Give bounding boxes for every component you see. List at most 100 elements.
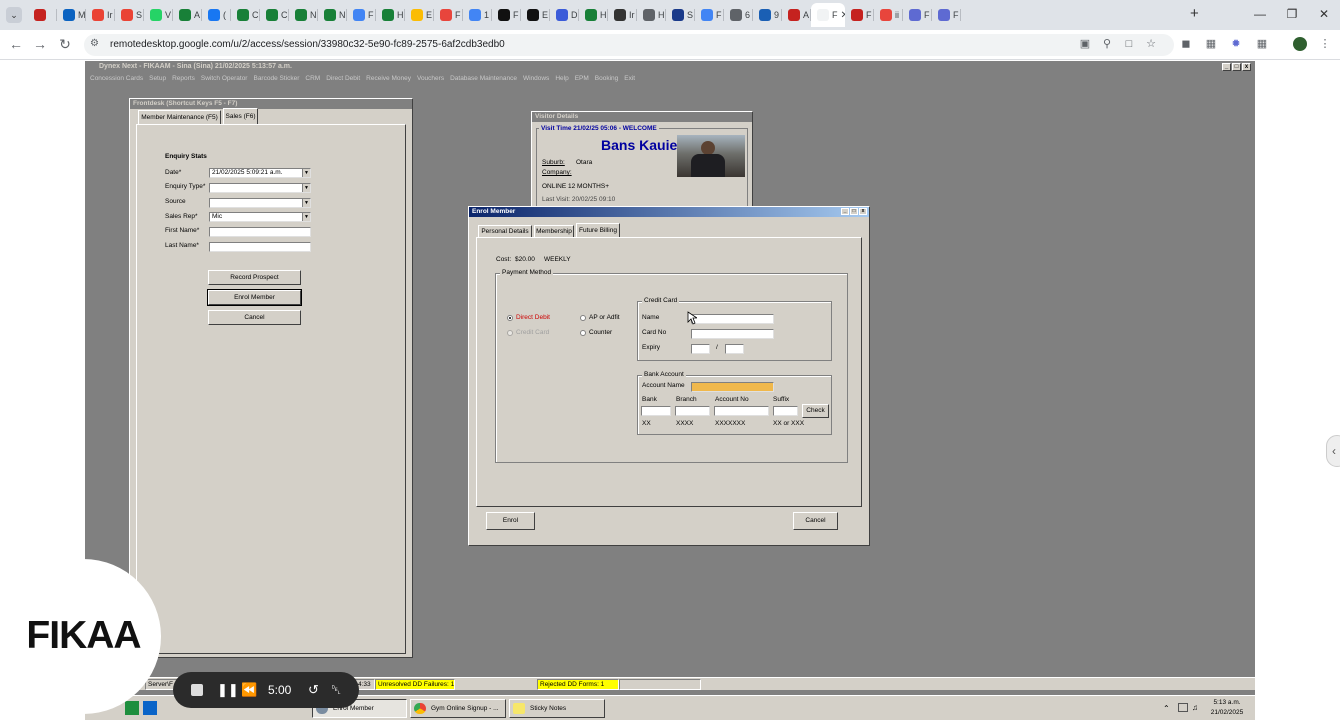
browser-tab[interactable]: ( — [202, 3, 231, 27]
browser-tab[interactable]: C — [260, 3, 289, 27]
browser-tab[interactable] — [28, 3, 57, 27]
expiry-month-field[interactable] — [691, 344, 710, 354]
counter-label[interactable]: Counter — [589, 329, 612, 336]
back-icon[interactable]: ← — [7, 36, 25, 52]
browser-tab[interactable]: E — [521, 3, 550, 27]
direct-debit-radio[interactable] — [507, 315, 513, 321]
unresolved-dd-status[interactable]: Unresolved DD Failures: 1 — [375, 679, 455, 690]
browser-tab[interactable]: H — [376, 3, 405, 27]
direct-debit-label[interactable]: Direct Debit — [516, 314, 550, 321]
browser-tab[interactable]: F — [695, 3, 724, 27]
tray-volume-icon[interactable]: ♫ — [1192, 703, 1198, 712]
check-account-button[interactable]: Check — [802, 404, 829, 418]
rejected-dd-status[interactable]: Rejected DD Forms: 1 — [537, 679, 619, 690]
menu-item[interactable]: Concession Cards — [90, 75, 143, 82]
browser-tab[interactable]: Ir — [608, 3, 637, 27]
browser-tab[interactable]: F — [347, 3, 376, 27]
menu-item[interactable]: Database Maintenance — [450, 75, 517, 82]
menu-item[interactable]: CRM — [305, 75, 320, 82]
browser-tab[interactable]: 9 — [753, 3, 782, 27]
menu-item[interactable]: Exit — [624, 75, 635, 82]
last-name-field[interactable] — [209, 242, 311, 252]
frontdesk-cancel-button[interactable]: Cancel — [208, 310, 301, 325]
tray-clock[interactable]: 5:13 a.m. 21/02/2025 — [1203, 698, 1251, 718]
menu-item[interactable]: Reports — [172, 75, 195, 82]
stop-recording-icon[interactable] — [191, 684, 203, 696]
browser-tab[interactable]: 6 — [724, 3, 753, 27]
delete-recording-icon[interactable]: ␡ — [331, 682, 341, 698]
restore-window-button[interactable]: ❐ — [1276, 0, 1308, 30]
tab-member-maintenance[interactable]: Member Maintenance (F5) — [138, 110, 221, 124]
counter-radio[interactable] — [580, 330, 586, 336]
menu-item[interactable]: Windows — [523, 75, 549, 82]
enrol-member-button[interactable]: Enrol Member — [207, 289, 302, 306]
card-no-field[interactable] — [691, 329, 774, 339]
bank-field[interactable] — [641, 406, 671, 416]
site-info-icon[interactable]: ⚙ — [90, 38, 99, 49]
menu-item[interactable]: EPM — [575, 75, 589, 82]
screen-share-icon[interactable]: ▣ — [1079, 38, 1091, 50]
profile-avatar[interactable] — [1293, 37, 1307, 51]
expiry-year-field[interactable] — [725, 344, 744, 354]
enrol-button[interactable]: Enrol — [486, 512, 535, 530]
app-minimize-button[interactable]: _ — [1222, 63, 1231, 71]
forward-icon[interactable]: → — [31, 36, 49, 52]
pause-icon[interactable]: ❚❚ — [217, 682, 239, 698]
chevron-down-icon[interactable]: ▼ — [302, 199, 310, 207]
browser-tab[interactable]: D — [550, 3, 579, 27]
extensions-puzzle-icon[interactable]: ▦ — [1256, 38, 1268, 50]
browser-tab[interactable]: F — [434, 3, 463, 27]
record-prospect-button[interactable]: Record Prospect — [208, 270, 301, 285]
tab-future-billing[interactable]: Future Billing — [576, 223, 620, 237]
ap-adfit-radio[interactable] — [580, 315, 586, 321]
browser-tab[interactable]: F — [903, 3, 932, 27]
dialog-maximize-icon[interactable]: □ — [850, 208, 858, 215]
browser-tab[interactable]: ii — [874, 3, 903, 27]
extension-grid-icon[interactable]: ▦ — [1205, 38, 1217, 50]
url-text[interactable]: remotedesktop.google.com/u/2/access/sess… — [110, 39, 505, 50]
chevron-down-icon[interactable]: ▼ — [302, 184, 310, 192]
credit-card-radio[interactable] — [507, 330, 513, 336]
new-tab-button[interactable]: + — [1190, 5, 1199, 22]
menu-item[interactable]: Barcode Sticker — [253, 75, 299, 82]
browser-tab[interactable]: F — [845, 3, 874, 27]
browser-tab[interactable]: F ✕ — [811, 3, 845, 27]
browser-tab[interactable]: H — [637, 3, 666, 27]
extension-shield-icon[interactable]: ◼ — [1180, 38, 1192, 50]
restart-icon[interactable]: ↺ — [308, 682, 319, 698]
account-no-field[interactable] — [714, 406, 769, 416]
close-window-button[interactable]: ✕ — [1308, 0, 1340, 30]
tray-monitor-icon[interactable] — [1178, 703, 1188, 712]
rewind-icon[interactable]: ⏪ — [241, 682, 257, 698]
branch-field[interactable] — [675, 406, 710, 416]
menu-item[interactable]: Help — [555, 75, 568, 82]
app-maximize-button[interactable]: □ — [1232, 63, 1241, 71]
cc-name-field[interactable] — [691, 314, 774, 324]
browser-tab[interactable]: Ir — [86, 3, 115, 27]
browser-tab[interactable]: N — [318, 3, 347, 27]
remote-side-panel-handle[interactable]: ‹ — [1326, 435, 1340, 467]
ap-adfit-label[interactable]: AP or Adfit — [589, 314, 620, 321]
menu-item[interactable]: Direct Debit — [326, 75, 360, 82]
tray-arrow-icon[interactable]: ⌃ — [1163, 704, 1170, 713]
first-name-field[interactable] — [209, 227, 311, 237]
chevron-down-icon[interactable]: ▼ — [302, 213, 310, 221]
enrol-cancel-button[interactable]: Cancel — [793, 512, 838, 530]
tab-membership[interactable]: Membership — [534, 225, 574, 237]
menu-item[interactable]: Receive Money — [366, 75, 411, 82]
browser-tab[interactable]: A — [782, 3, 811, 27]
enquiry-type-select[interactable]: ▼ — [209, 183, 311, 193]
menu-item[interactable]: Vouchers — [417, 75, 444, 82]
app-close-button[interactable]: x — [1242, 63, 1251, 71]
outlook-taskbar-icon[interactable] — [143, 701, 157, 715]
tab-sales[interactable]: Sales (F6) — [223, 108, 258, 124]
source-select[interactable]: ▼ — [209, 198, 311, 208]
excel-taskbar-icon[interactable] — [125, 701, 139, 715]
browser-tab[interactable]: S — [666, 3, 695, 27]
browser-tab[interactable]: H — [579, 3, 608, 27]
password-key-icon[interactable]: ⚲ — [1101, 38, 1113, 50]
tab-search-button[interactable]: ⌄ — [6, 7, 22, 23]
address-bar[interactable]: ⚙ remotedesktop.google.com/u/2/access/se… — [84, 34, 1174, 56]
extension-gear-icon[interactable]: ✹ — [1230, 38, 1242, 50]
browser-tab[interactable]: F — [492, 3, 521, 27]
